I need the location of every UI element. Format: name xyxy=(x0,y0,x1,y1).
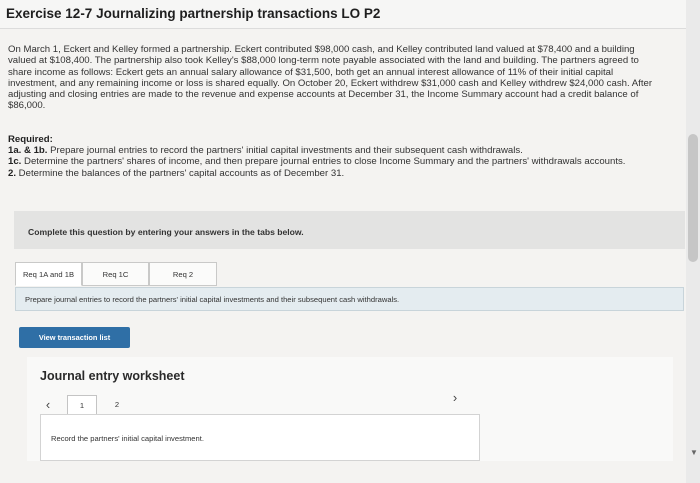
worksheet-title: Journal entry worksheet xyxy=(40,369,185,383)
required-item-text: Prepare journal entries to record the pa… xyxy=(47,145,523,157)
page-2-tab[interactable]: 2 xyxy=(103,395,131,413)
scroll-down-icon[interactable]: ▼ xyxy=(690,448,698,457)
page-1-tab[interactable]: 1 xyxy=(67,395,97,414)
chevron-right-icon[interactable]: › xyxy=(448,390,462,405)
tab-req-1c[interactable]: Req 1C xyxy=(82,262,149,286)
required-item: 1c. Determine the partners' shares of in… xyxy=(8,156,663,167)
problem-paragraph: On March 1, Eckert and Kelley formed a p… xyxy=(8,44,653,112)
required-item: 2. Determine the balances of the partner… xyxy=(8,168,663,179)
view-transaction-list-button[interactable]: View transaction list xyxy=(19,327,130,348)
page-scrollbar[interactable]: ▼ xyxy=(686,0,700,483)
chevron-left-icon[interactable]: ‹ xyxy=(41,397,55,412)
journal-entry-worksheet: Journal entry worksheet ‹ 1 2 › Record t… xyxy=(27,357,673,461)
scrollbar-thumb[interactable] xyxy=(688,134,698,262)
complete-question-text: Complete this question by entering your … xyxy=(28,227,304,237)
instruction-text: Prepare journal entries to record the pa… xyxy=(25,295,400,304)
complete-question-box: Complete this question by entering your … xyxy=(14,211,685,249)
required-item: 1a. & 1b. Prepare journal entries to rec… xyxy=(8,145,663,156)
tab-req-2[interactable]: Req 2 xyxy=(149,262,217,286)
entry-panel: Record the partners' initial capital inv… xyxy=(40,414,480,461)
required-item-number: 1a. & 1b. xyxy=(8,145,48,157)
tab-req-1a-1b[interactable]: Req 1A and 1B xyxy=(15,262,82,286)
required-item-number: 1c. xyxy=(8,156,22,168)
title-bar: Exercise 12-7 Journalizing partnership t… xyxy=(0,0,686,29)
required-item-text: Determine the balances of the partners' … xyxy=(16,167,345,179)
entry-prompt: Record the partners' initial capital inv… xyxy=(51,434,204,443)
required-heading: Required: xyxy=(8,133,53,145)
problem-content: On March 1, Eckert and Kelley formed a p… xyxy=(8,44,663,179)
page-title: Exercise 12-7 Journalizing partnership t… xyxy=(6,6,381,21)
instruction-bar: Prepare journal entries to record the pa… xyxy=(15,287,684,311)
required-item-text: Determine the partners' shares of income… xyxy=(21,156,626,168)
required-item-number: 2. xyxy=(8,167,17,179)
